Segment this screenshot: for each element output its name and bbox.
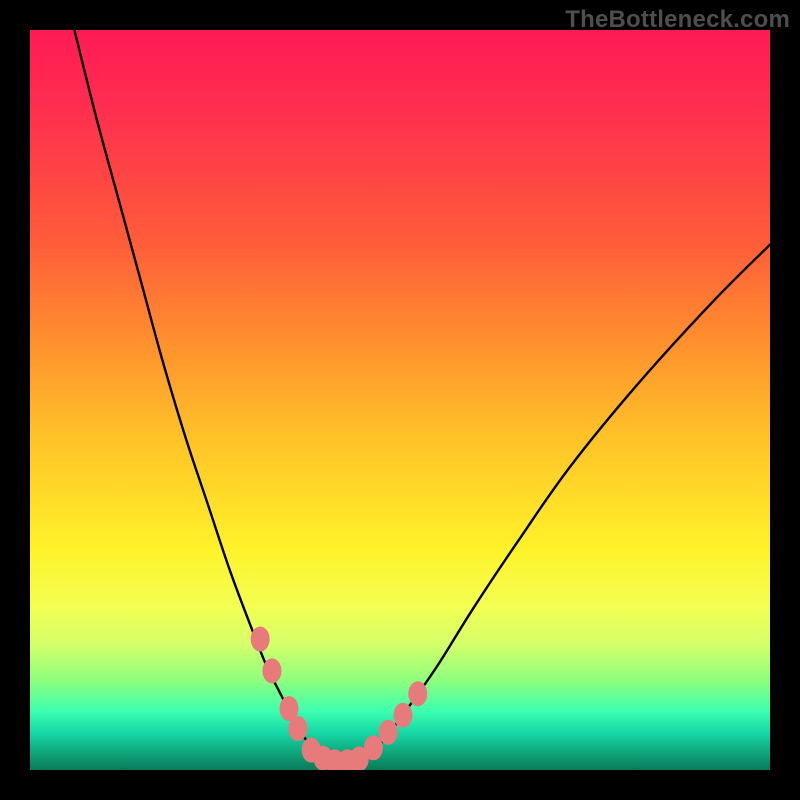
chart-svg [30, 30, 770, 770]
dot-right-upper [408, 681, 427, 706]
plot-area [30, 30, 770, 770]
chart-frame: TheBottleneck.com [0, 0, 800, 800]
dot-right-low2 [379, 720, 398, 745]
bottleneck-curve [74, 30, 770, 763]
dot-left-upper [251, 627, 270, 652]
curve-markers [251, 627, 428, 770]
dot-left-mid [262, 658, 281, 683]
dot-left-low2 [288, 716, 307, 741]
dot-right-mid [393, 703, 412, 728]
watermark-text: TheBottleneck.com [565, 6, 790, 34]
dot-right-low1 [364, 735, 383, 760]
